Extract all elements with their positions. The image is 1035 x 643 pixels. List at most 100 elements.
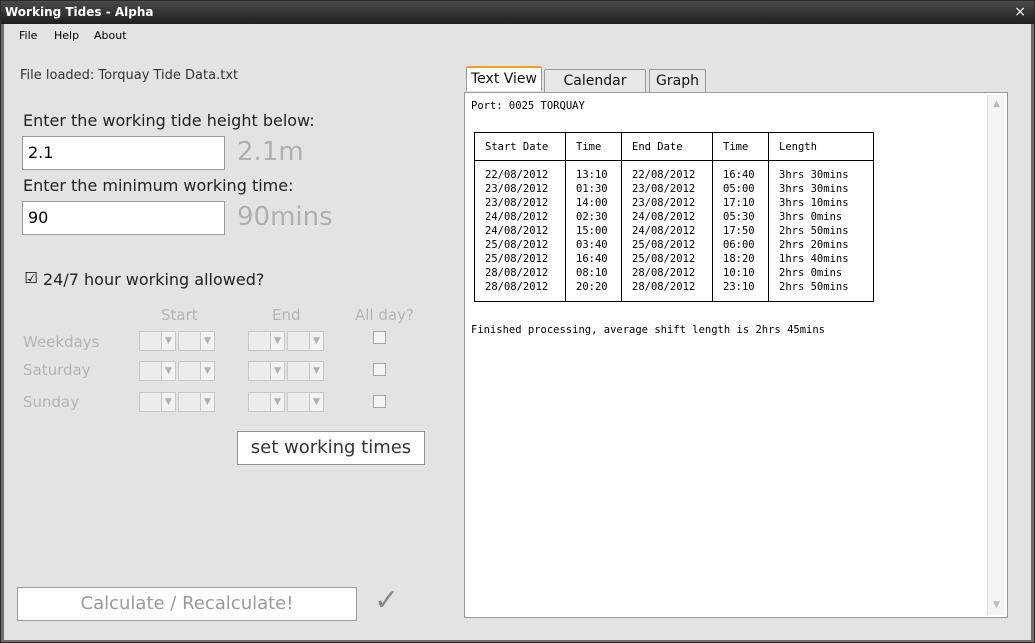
col-end-date: End Date [621, 132, 713, 161]
col-length: Length [768, 132, 874, 161]
table-cell: 01:30 [565, 182, 622, 196]
chevron-down-icon: ▼ [161, 362, 175, 380]
table-row: 28/08/2012 20:20 28/08/2012 23:10 2hrs 50min… [474, 280, 874, 302]
weekday-allday-checkbox[interactable] [373, 331, 386, 344]
sunday-start-minute-select[interactable]: ▼ [178, 392, 215, 412]
table-cell: 02:30 [565, 210, 622, 224]
table-cell: 20:20 [565, 280, 622, 302]
saturday-end-minute-select[interactable]: ▼ [287, 361, 324, 381]
table-cell: 15:00 [565, 224, 622, 238]
table-cell: 23/08/2012 [621, 196, 713, 210]
table-row: 24/08/2012 02:30 24/08/2012 05:30 3hrs 0mins [474, 210, 874, 224]
chevron-down-icon: ▼ [309, 332, 323, 350]
set-working-times-button[interactable]: set working times [237, 431, 425, 465]
table-row: 24/08/2012 15:00 24/08/2012 17:50 2hrs 50min… [474, 224, 874, 238]
checkmark-icon: ✓ [374, 583, 400, 618]
finished-message: Finished processing, average shift lengt… [471, 324, 826, 336]
saturday-end-hour-select[interactable]: ▼ [248, 361, 285, 381]
sunday-label: Sunday [23, 393, 80, 411]
client-area: File Help About File loaded: Torquay Tid… [4, 24, 1031, 640]
table-cell: 16:40 [712, 160, 769, 182]
table-cell: 3hrs 30mins [768, 160, 874, 182]
chevron-down-icon: ▼ [270, 393, 284, 411]
table-row: 22/08/2012 13:10 22/08/2012 16:40 3hrs 30min… [474, 160, 874, 182]
table-cell: 2hrs 50mins [768, 280, 874, 302]
table-cell: 1hrs 40mins [768, 252, 874, 266]
table-cell: 25/08/2012 [474, 252, 566, 266]
table-cell: 28/08/2012 [474, 266, 566, 280]
window-title: Working Tides - Alpha [5, 5, 154, 19]
table-header-row: Start Date Time End Date Time Length [474, 132, 874, 161]
vertical-scrollbar[interactable]: ▲ ▼ [987, 95, 1005, 615]
close-icon[interactable]: × [1014, 1, 1026, 24]
col-start-date: Start Date [474, 132, 566, 161]
sunday-end-minute-select[interactable]: ▼ [287, 392, 324, 412]
table-cell: 25/08/2012 [621, 238, 713, 252]
table-cell: 17:50 [712, 224, 769, 238]
table-row: 25/08/2012 03:40 25/08/2012 06:00 2hrs 20min… [474, 238, 874, 252]
working-time-input[interactable]: 90 [22, 201, 225, 235]
sunday-start-hour-select[interactable]: ▼ [139, 392, 176, 412]
table-cell: 05:00 [712, 182, 769, 196]
shift-table: Start Date Time End Date Time Length 22/… [474, 132, 874, 302]
chevron-down-icon: ▼ [161, 393, 175, 411]
tab-graph[interactable]: Graph [649, 69, 706, 92]
table-cell: 08:10 [565, 266, 622, 280]
down-arrow-icon[interactable]: ▼ [990, 599, 1003, 612]
output-text-area[interactable]: Port: 0025 TORQUAY Start Date Time End D… [468, 95, 982, 615]
table-cell: 03:40 [565, 238, 622, 252]
saturday-start-hour-select[interactable]: ▼ [139, 361, 176, 381]
table-cell: 25/08/2012 [474, 238, 566, 252]
tide-height-display: 2.1m [237, 137, 304, 167]
table-row: 25/08/2012 16:40 25/08/2012 18:20 1hrs 40min… [474, 252, 874, 266]
table-cell: 24/08/2012 [474, 224, 566, 238]
table-cell: 22/08/2012 [621, 160, 713, 182]
chevron-down-icon: ▼ [270, 362, 284, 380]
table-cell: 3hrs 30mins [768, 182, 874, 196]
table-cell: 24/08/2012 [621, 210, 713, 224]
table-cell: 28/08/2012 [474, 280, 566, 302]
col-end-time: Time [712, 132, 769, 161]
menu-about[interactable]: About [94, 29, 127, 42]
table-cell: 28/08/2012 [621, 280, 713, 302]
table-cell: 18:20 [712, 252, 769, 266]
menu-help[interactable]: Help [54, 29, 79, 42]
table-cell: 13:10 [565, 160, 622, 182]
table-cell: 2hrs 50mins [768, 224, 874, 238]
menu-file[interactable]: File [19, 29, 37, 42]
table-cell: 23/08/2012 [474, 182, 566, 196]
chevron-down-icon: ▼ [200, 332, 214, 350]
table-cell: 05:30 [712, 210, 769, 224]
working-time-label: Enter the minimum working time: [23, 176, 294, 195]
table-cell: 23/08/2012 [474, 196, 566, 210]
menu-bar: File Help About [4, 24, 1031, 46]
tide-height-label: Enter the working tide height below: [23, 111, 315, 130]
sunday-end-hour-select[interactable]: ▼ [248, 392, 285, 412]
table-cell: 10:10 [712, 266, 769, 280]
allow-247-label: 24/7 hour working allowed? [43, 270, 265, 289]
port-line: Port: 0025 TORQUAY [471, 100, 585, 112]
calculate-button[interactable]: Calculate / Recalculate! [17, 587, 357, 621]
schedule-start-header: Start [161, 306, 198, 324]
chevron-down-icon: ▼ [200, 362, 214, 380]
schedule-end-header: End [272, 306, 301, 324]
weekday-end-hour-select[interactable]: ▼ [248, 331, 285, 351]
saturday-allday-checkbox[interactable] [373, 363, 386, 376]
weekday-start-hour-select[interactable]: ▼ [139, 331, 176, 351]
table-row: 23/08/2012 01:30 23/08/2012 05:00 3hrs 30min… [474, 182, 874, 196]
table-cell: 2hrs 20mins [768, 238, 874, 252]
tab-text-view[interactable]: Text View [466, 66, 542, 91]
weekday-start-minute-select[interactable]: ▼ [178, 331, 215, 351]
saturday-start-minute-select[interactable]: ▼ [178, 361, 215, 381]
table-cell: 24/08/2012 [474, 210, 566, 224]
table-cell: 14:00 [565, 196, 622, 210]
sunday-allday-checkbox[interactable] [373, 395, 386, 408]
table-cell: 17:10 [712, 196, 769, 210]
title-bar: Working Tides - Alpha × [1, 1, 1034, 24]
up-arrow-icon[interactable]: ▲ [990, 98, 1003, 111]
chevron-down-icon: ▼ [270, 332, 284, 350]
allow-247-checkbox[interactable]: ☑ [23, 271, 39, 286]
tide-height-input[interactable]: 2.1 [22, 136, 225, 170]
tab-calendar-view[interactable]: Calendar View [544, 69, 646, 111]
weekday-end-minute-select[interactable]: ▼ [287, 331, 324, 351]
